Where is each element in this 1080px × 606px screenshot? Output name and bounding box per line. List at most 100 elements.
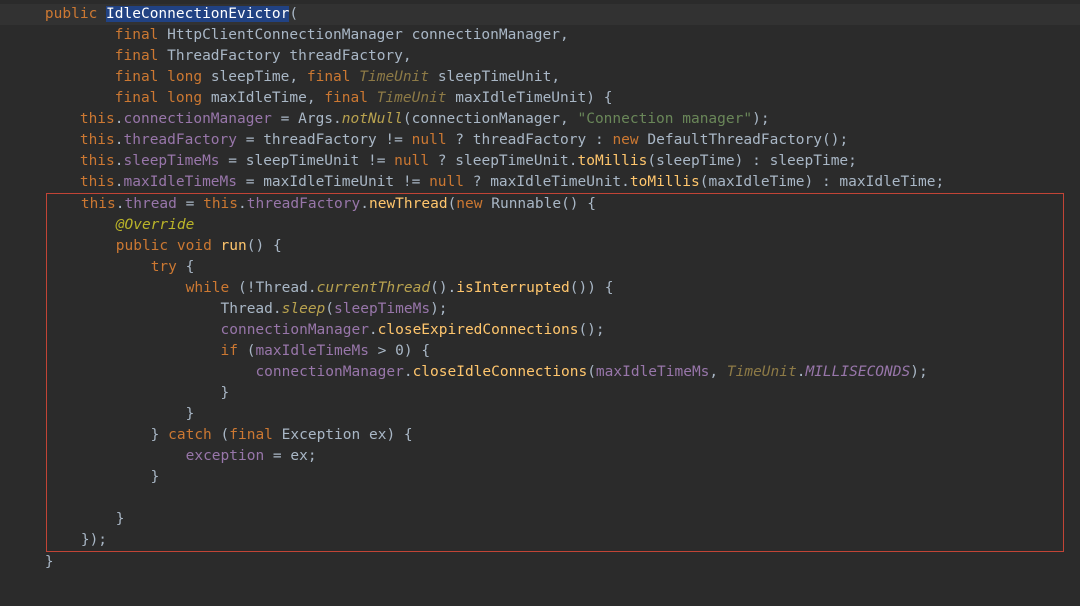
code-line: connectionManager.closeIdleConnections(m…: [11, 362, 1063, 383]
param: threadFactory: [289, 48, 403, 64]
keyword: new: [612, 132, 638, 148]
code-line: }: [11, 509, 1063, 530]
keyword: null: [429, 174, 464, 190]
param: sleepTime: [770, 153, 849, 169]
param: sleepTime: [211, 69, 290, 85]
keyword: public: [116, 238, 168, 254]
code-line: if (maxIdleTimeMs > 0) {: [11, 341, 1063, 362]
param: sleepTimeUnit: [455, 153, 569, 169]
constant: MILLISECONDS: [805, 364, 910, 380]
keyword: final: [115, 90, 159, 106]
method: currentThread: [317, 280, 431, 296]
keyword: long: [167, 69, 202, 85]
code-line: connectionManager.closeExpiredConnection…: [11, 320, 1063, 341]
field: exception: [186, 448, 265, 464]
param: sleepTimeUnit: [246, 153, 360, 169]
keyword: this: [203, 196, 238, 212]
param: maxIdleTimeUnit: [263, 174, 394, 190]
method: run: [221, 238, 247, 254]
keyword: final: [307, 69, 351, 85]
type: Exception: [282, 427, 361, 443]
param: threadFactory: [473, 132, 587, 148]
keyword: final: [229, 427, 273, 443]
string: "Connection manager": [577, 111, 752, 127]
keyword: if: [221, 343, 238, 359]
var: ex: [290, 448, 307, 464]
keyword: this: [81, 196, 116, 212]
selected-class-name: IdleConnectionEvictor: [106, 6, 289, 22]
number: 0: [395, 343, 404, 359]
keyword: this: [80, 111, 115, 127]
code-line: public void run() {: [11, 236, 1063, 257]
code-line: final long maxIdleTime, final TimeUnit m…: [0, 88, 1080, 109]
code-editor[interactable]: public IdleConnectionEvictor( final Http…: [0, 4, 1080, 573]
highlighted-region: this.thread = this.threadFactory.newThre…: [46, 193, 1064, 552]
code-line: }: [11, 383, 1063, 404]
field: connectionManager: [124, 111, 272, 127]
code-line: [11, 488, 1063, 509]
keyword: catch: [168, 427, 212, 443]
keyword: this: [80, 132, 115, 148]
field: threadFactory: [247, 196, 361, 212]
method: toMillis: [578, 153, 648, 169]
field: thread: [125, 196, 177, 212]
param: threadFactory: [263, 132, 377, 148]
param: maxIdleTime: [211, 90, 307, 106]
type: Args: [298, 111, 333, 127]
code-line: exception = ex;: [11, 446, 1063, 467]
field: sleepTimeMs: [334, 301, 430, 317]
method: toMillis: [630, 174, 700, 190]
field: maxIdleTimeMs: [124, 174, 238, 190]
code-line: @Override: [11, 215, 1063, 236]
code-line: this.threadFactory = threadFactory != nu…: [0, 130, 1080, 151]
code-line: Thread.sleep(sleepTimeMs);: [11, 299, 1063, 320]
param: maxIdleTime: [839, 174, 935, 190]
type: DefaultThreadFactory: [647, 132, 822, 148]
code-line: this.sleepTimeMs = sleepTimeUnit != null…: [0, 151, 1080, 172]
keyword: final: [115, 69, 159, 85]
code-line: final ThreadFactory threadFactory,: [0, 46, 1080, 67]
code-line: final long sleepTime, final TimeUnit sle…: [0, 67, 1080, 88]
code-line: });: [11, 530, 1063, 551]
field: connectionManager: [221, 322, 369, 338]
type: TimeUnit: [377, 90, 447, 106]
keyword: this: [80, 153, 115, 169]
keyword: null: [412, 132, 447, 148]
method: notNull: [342, 111, 403, 127]
method: closeIdleConnections: [413, 364, 588, 380]
param: connectionManager: [412, 111, 560, 127]
type: Runnable: [491, 196, 561, 212]
keyword: long: [167, 90, 202, 106]
type: Thread: [255, 280, 307, 296]
code-line: }: [0, 552, 1080, 573]
keyword: null: [394, 153, 429, 169]
field: maxIdleTimeMs: [596, 364, 710, 380]
keyword: final: [115, 27, 159, 43]
method: isInterrupted: [456, 280, 570, 296]
code-line: this.maxIdleTimeMs = maxIdleTimeUnit != …: [0, 172, 1080, 193]
var: ex: [369, 427, 386, 443]
code-line: public IdleConnectionEvictor(: [0, 4, 1080, 25]
param: maxIdleTime: [708, 174, 804, 190]
type: HttpClientConnectionManager: [167, 27, 403, 43]
code-line: }: [11, 467, 1063, 488]
type: Thread: [221, 301, 273, 317]
field: threadFactory: [124, 132, 238, 148]
keyword: final: [324, 90, 368, 106]
code-line: final HttpClientConnectionManager connec…: [0, 25, 1080, 46]
code-line: while (!Thread.currentThread().isInterru…: [11, 278, 1063, 299]
keyword: void: [177, 238, 212, 254]
code-line: this.connectionManager = Args.notNull(co…: [0, 109, 1080, 130]
keyword: while: [186, 280, 230, 296]
param: maxIdleTimeUnit: [490, 174, 621, 190]
code-line: try {: [11, 257, 1063, 278]
method: newThread: [369, 196, 448, 212]
annotation: @Override: [116, 217, 195, 233]
method: sleep: [282, 301, 326, 317]
code-line: }: [11, 404, 1063, 425]
param: maxIdleTimeUnit: [455, 90, 586, 106]
keyword: this: [80, 174, 115, 190]
code-line: this.thread = this.threadFactory.newThre…: [11, 194, 1063, 215]
field: maxIdleTimeMs: [255, 343, 369, 359]
keyword: try: [151, 259, 177, 275]
